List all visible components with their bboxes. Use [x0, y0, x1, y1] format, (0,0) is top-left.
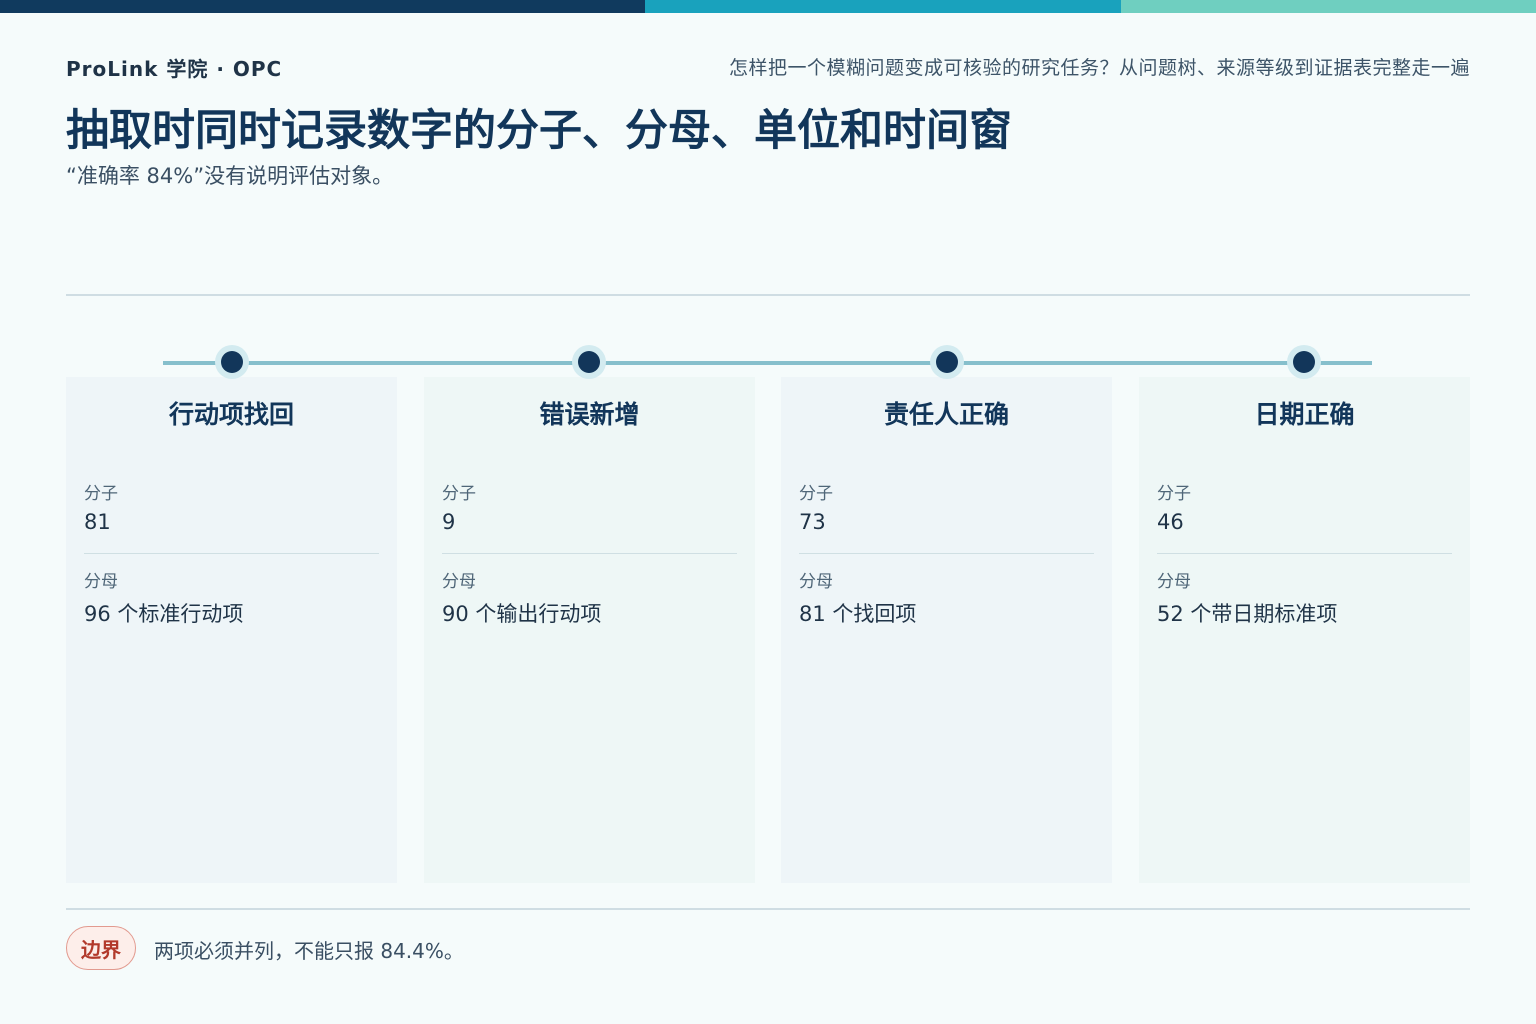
denominator-value: 52 个带日期标准项	[1157, 602, 1338, 626]
denominator-value: 81 个找回项	[799, 602, 917, 626]
numerator-label: 分子	[84, 484, 118, 504]
top-bar-segment-dark	[0, 0, 645, 13]
numerator-value: 81	[84, 510, 111, 534]
timeline-dot	[572, 345, 606, 379]
top-bar-segment-mint	[1121, 0, 1536, 13]
numerator-label: 分子	[799, 484, 833, 504]
top-color-bar	[0, 0, 1536, 13]
denominator-label: 分母	[799, 572, 833, 592]
card-title: 行动项找回	[168, 400, 294, 429]
timeline-dot	[930, 345, 964, 379]
card-title: 错误新增	[539, 400, 640, 429]
boundary-note: 两项必须并列，不能只报 84.4%。	[154, 939, 464, 963]
brand-label: ProLink 学院 · OPC	[66, 57, 283, 81]
numerator-value: 73	[799, 510, 826, 534]
denominator-value: 96 个标准行动项	[84, 602, 244, 626]
card-divider	[442, 553, 737, 554]
course-subject: 怎样把一个模糊问题变成可核验的研究任务？从问题树、来源等级到证据表完整走一遍	[728, 57, 1470, 79]
bottom-divider	[66, 908, 1470, 910]
numerator-value: 9	[442, 510, 456, 534]
denominator-label: 分母	[84, 572, 118, 592]
boundary-badge: 边界	[66, 926, 136, 970]
top-divider	[66, 294, 1470, 296]
timeline-dot	[1287, 345, 1321, 379]
card-title: 责任人正确	[883, 400, 1009, 429]
top-bar-segment-teal	[645, 0, 1121, 13]
metric-card-false-additions: 错误新增 分子 9 分母 90 个输出行动项	[424, 377, 755, 883]
denominator-label: 分母	[1157, 572, 1191, 592]
timeline-dot	[215, 345, 249, 379]
card-divider	[799, 553, 1094, 554]
card-divider	[1157, 553, 1452, 554]
numerator-value: 46	[1157, 510, 1184, 534]
metric-card-date-correct: 日期正确 分子 46 分母 52 个带日期标准项	[1139, 377, 1470, 883]
metric-card-action-recall: 行动项找回 分子 81 分母 96 个标准行动项	[66, 377, 397, 883]
timeline-line	[163, 361, 1372, 365]
denominator-label: 分母	[442, 572, 476, 592]
denominator-value: 90 个输出行动项	[442, 602, 602, 626]
page-subtitle: “准确率 84%”没有说明评估对象。	[66, 164, 394, 188]
numerator-label: 分子	[1157, 484, 1191, 504]
page-title: 抽取时同时记录数字的分子、分母、单位和时间窗	[66, 106, 1012, 156]
card-title: 日期正确	[1254, 400, 1355, 429]
metric-card-owner-correct: 责任人正确 分子 73 分母 81 个找回项	[781, 377, 1112, 883]
card-divider	[84, 553, 379, 554]
numerator-label: 分子	[442, 484, 476, 504]
